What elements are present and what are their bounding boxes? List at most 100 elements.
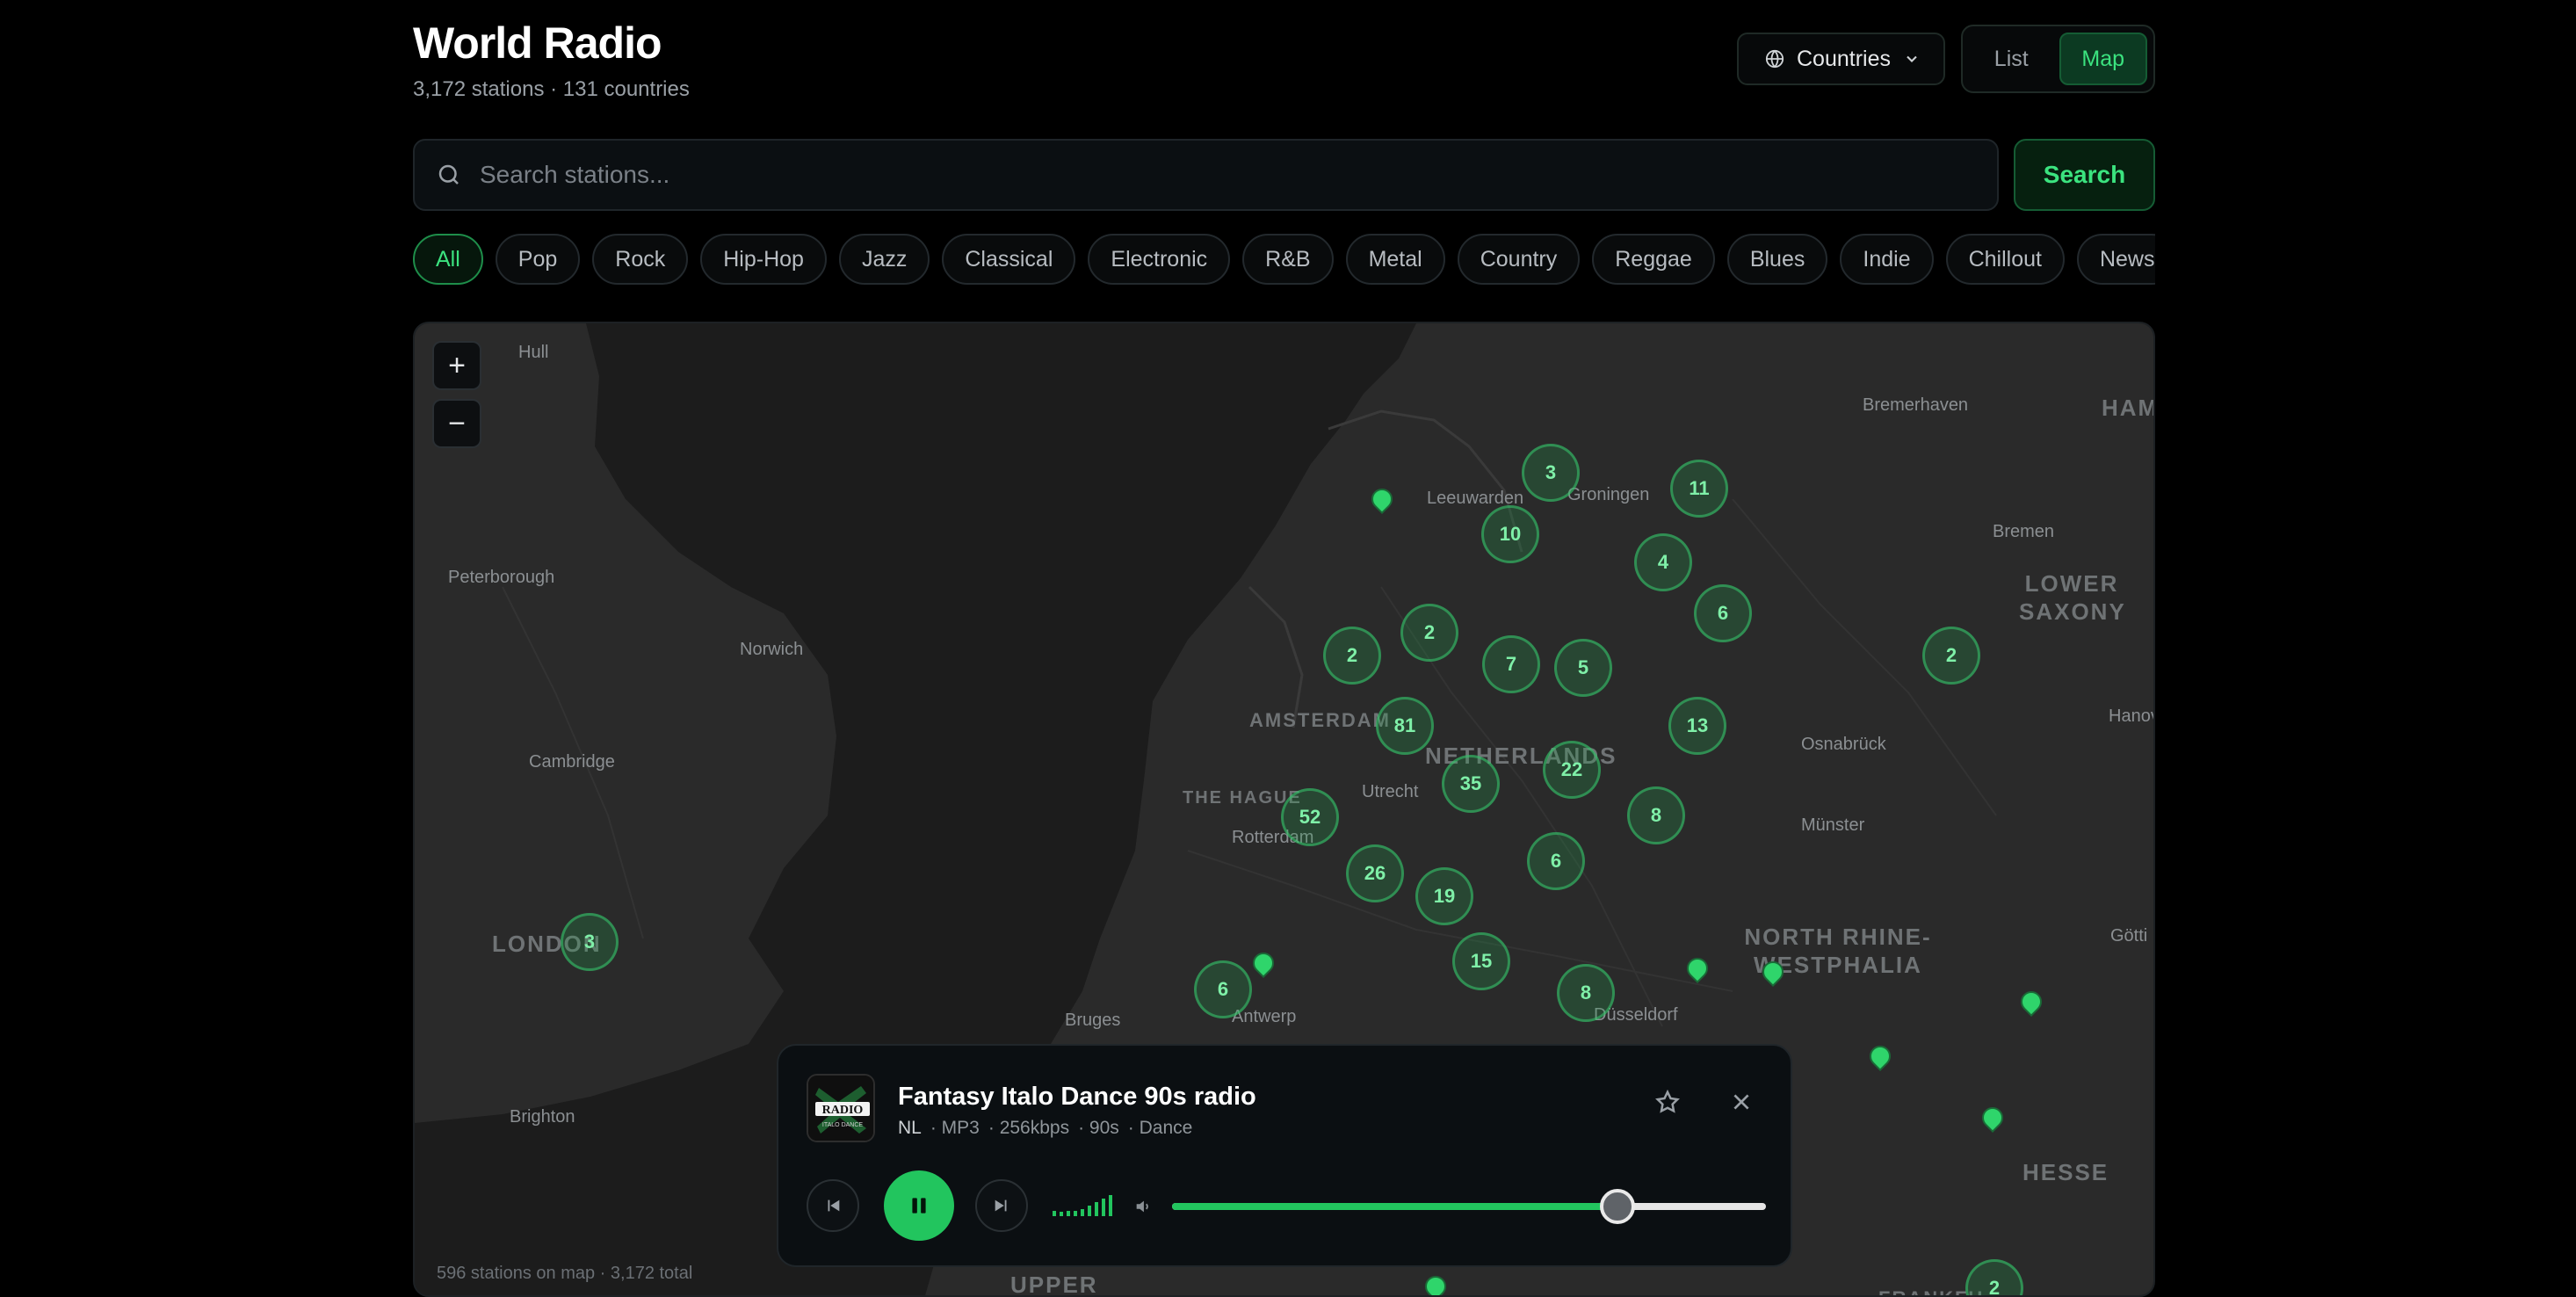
chevron-down-icon xyxy=(1907,55,1917,62)
genre-chip-r-b[interactable]: R&B xyxy=(1242,234,1334,285)
genre-chip-pop[interactable]: Pop xyxy=(495,234,581,285)
map-label-hull: Hull xyxy=(518,343,549,362)
search-icon xyxy=(438,164,459,185)
station-cluster[interactable]: 2 xyxy=(1922,627,1980,685)
map-label-munster: Münster xyxy=(1801,815,1865,835)
close-player-button[interactable] xyxy=(1726,1086,1757,1118)
genre-chip-hip-hop[interactable]: Hip-Hop xyxy=(700,234,827,285)
map-station-count: 596 stations on map · 3,172 total xyxy=(437,1264,693,1283)
station-cluster[interactable]: 26 xyxy=(1346,844,1404,902)
volume-icon xyxy=(1136,1200,1148,1213)
genre-chip-reggae[interactable]: Reggae xyxy=(1592,234,1715,285)
pause-button[interactable] xyxy=(884,1170,954,1241)
next-button[interactable] xyxy=(975,1179,1028,1232)
search-button[interactable]: Search xyxy=(2014,139,2155,211)
star-icon xyxy=(1655,1089,1680,1113)
station-cluster[interactable]: 15 xyxy=(1452,932,1510,990)
genre-chip-jazz[interactable]: Jazz xyxy=(838,234,930,285)
map-label-brighton: Brighton xyxy=(510,1107,575,1127)
map-label-hesse: HESSE xyxy=(2022,1159,2109,1185)
station-cluster[interactable]: 6 xyxy=(1194,960,1252,1018)
genre-chip-electronic[interactable]: Electronic xyxy=(1088,234,1231,285)
station-cluster[interactable]: 7 xyxy=(1482,635,1540,693)
station-cluster[interactable]: 22 xyxy=(1543,741,1601,799)
station-cluster[interactable]: 6 xyxy=(1694,584,1752,642)
countries-dropdown[interactable]: Countries xyxy=(1737,33,1945,85)
view-toggle: List Map xyxy=(1961,25,2155,93)
page-title: World Radio xyxy=(413,18,662,68)
zoom-out-button[interactable]: − xyxy=(432,399,481,448)
genre-chip-chillout[interactable]: Chillout xyxy=(1945,234,2065,285)
map-label-lower-saxony: LOWER SAXONY xyxy=(2019,570,2126,625)
station-cluster[interactable]: 3 xyxy=(561,913,619,971)
map-label-cambridge: Cambridge xyxy=(529,752,615,772)
search-box xyxy=(413,139,1999,211)
station-cluster[interactable]: 11 xyxy=(1670,460,1728,518)
station-cluster[interactable]: 10 xyxy=(1481,505,1539,563)
station-cluster[interactable]: 8 xyxy=(1627,786,1685,844)
now-playing-meta: NL · MP3 · 256kbps · 90s · Dance xyxy=(898,1118,1192,1139)
page-header: World Radio 3,172 stations · 131 countri… xyxy=(413,18,690,102)
search-input[interactable] xyxy=(480,161,1885,189)
station-cluster[interactable]: 4 xyxy=(1634,533,1692,591)
genre-chip-classical[interactable]: Classical xyxy=(942,234,1076,285)
zoom-in-button[interactable]: + xyxy=(432,341,481,390)
countries-label: Countries xyxy=(1797,46,1891,71)
now-playing-player: RADIO ITALO DANCE Fantasy Italo Dance 90… xyxy=(777,1044,1792,1267)
map-label-bremerhaven: Bremerhaven xyxy=(1863,395,1969,415)
station-cluster[interactable]: 2 xyxy=(1400,604,1458,662)
pause-icon xyxy=(912,1198,926,1214)
map-label-bremen: Bremen xyxy=(1993,522,2055,541)
station-tag: · 90s xyxy=(1078,1118,1119,1138)
station-cluster[interactable]: 2 xyxy=(1323,627,1381,685)
genre-chip-country[interactable]: Country xyxy=(1457,234,1581,285)
map-label-peterborough: Peterborough xyxy=(448,568,555,587)
station-count: 3,172 stations · 131 countries xyxy=(413,77,690,101)
station-cluster[interactable]: 8 xyxy=(1557,964,1615,1022)
station-cluster[interactable]: 35 xyxy=(1442,755,1500,813)
map-label-bruges: Bruges xyxy=(1065,1011,1121,1030)
map-label-hanover: Hanove xyxy=(2109,706,2153,726)
previous-button[interactable] xyxy=(807,1179,859,1232)
cover-title: RADIO xyxy=(822,1104,864,1117)
close-icon xyxy=(1733,1094,1749,1110)
station-cluster[interactable]: 5 xyxy=(1554,639,1612,697)
map-label-groningen: Groningen xyxy=(1567,485,1650,504)
volume-slider-thumb[interactable] xyxy=(1600,1189,1635,1224)
list-view-button[interactable]: List xyxy=(1969,33,2054,85)
station-cluster[interactable]: 6 xyxy=(1527,832,1585,890)
skip-forward-icon xyxy=(995,1199,1007,1212)
genre-filter-bar: All Pop Rock Hip-Hop Jazz Classical Electronic… xyxy=(413,234,2155,285)
map-label-amsterdam: AMSTERDAM xyxy=(1249,709,1391,731)
genre-chip-all[interactable]: All xyxy=(413,234,483,285)
map-view-button[interactable]: Map xyxy=(2059,33,2147,85)
genre-chip-news[interactable]: News xyxy=(2076,234,2155,285)
cover-subtitle: ITALO DANCE xyxy=(822,1122,863,1128)
station-cluster[interactable]: 52 xyxy=(1281,788,1339,846)
favorite-star-button[interactable] xyxy=(1652,1086,1683,1118)
map-label-norwich: Norwich xyxy=(740,640,804,659)
skip-back-icon xyxy=(828,1199,840,1212)
station-cluster[interactable]: 19 xyxy=(1415,867,1473,925)
audio-level-meter xyxy=(1053,1195,1112,1216)
station-cluster[interactable]: 81 xyxy=(1376,697,1434,755)
genre-chip-indie[interactable]: Indie xyxy=(1840,234,1934,285)
volume-slider[interactable] xyxy=(1172,1189,1766,1224)
now-playing-title: Fantasy Italo Dance 90s radio xyxy=(898,1083,1256,1111)
station-cluster[interactable]: 3 xyxy=(1522,444,1580,502)
volume-button[interactable] xyxy=(1130,1193,1156,1220)
globe-icon xyxy=(1765,49,1784,69)
station-country: NL xyxy=(898,1118,922,1138)
map-label-hamburg: HAM xyxy=(2102,395,2155,421)
genre-chip-blues[interactable]: Blues xyxy=(1726,234,1828,285)
volume-slider-fill xyxy=(1172,1203,1617,1210)
genre-chip-rock[interactable]: Rock xyxy=(592,234,689,285)
map-label-gottingen: Götti xyxy=(2110,926,2148,946)
station-cluster[interactable]: 13 xyxy=(1668,697,1726,755)
station-codec: · MP3 xyxy=(930,1118,980,1138)
genre-chip-metal[interactable]: Metal xyxy=(1345,234,1445,285)
map-label-upper: UPPER xyxy=(1010,1272,1098,1297)
map-label-utrecht: Utrecht xyxy=(1362,782,1419,801)
station-bitrate: · 256kbps xyxy=(988,1118,1070,1138)
station-cover: RADIO ITALO DANCE xyxy=(807,1074,875,1142)
